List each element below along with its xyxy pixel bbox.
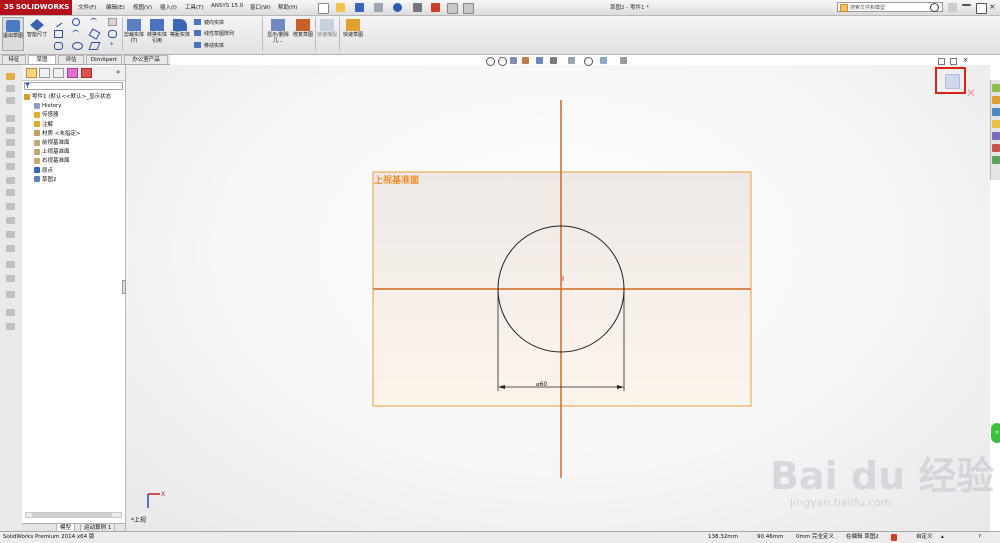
status-bar: SolidWorks Premium 2014 x64 版 138.32mm 9… bbox=[0, 531, 1000, 543]
plane-label[interactable]: 上视基准面 bbox=[374, 174, 419, 186]
cursor-z: 0mm bbox=[796, 534, 811, 540]
solidworks-resources-icon[interactable] bbox=[992, 84, 1000, 92]
editing-status: 在编辑 草图2 bbox=[846, 534, 879, 540]
file-explorer-icon[interactable] bbox=[992, 108, 1000, 116]
cursor-y: 90.46mm bbox=[757, 534, 784, 540]
product-name: SolidWorks Premium 2014 x64 版 bbox=[3, 534, 95, 540]
dimension-text[interactable]: ⌀60 bbox=[536, 381, 547, 388]
side-expand-button[interactable]: » bbox=[991, 423, 1000, 443]
task-pane bbox=[990, 80, 1000, 180]
view-orientation-label: *上视 bbox=[131, 516, 146, 524]
unit-dropdown-icon[interactable]: ▴ bbox=[941, 532, 944, 543]
rebuild-status-icon[interactable] bbox=[891, 534, 897, 541]
appearances-icon[interactable] bbox=[992, 144, 1000, 152]
watermark-url: jingyan.baidu.com bbox=[790, 496, 892, 509]
design-library-icon[interactable] bbox=[992, 96, 1000, 104]
cursor-x: 138.32mm bbox=[708, 534, 738, 540]
sketch-define-state: 完全定义 bbox=[812, 534, 835, 540]
folder-icon[interactable] bbox=[992, 120, 1000, 128]
watermark-text: Bai du 经验 bbox=[770, 454, 995, 498]
status-help-icon[interactable]: ? bbox=[978, 532, 981, 543]
unit-system-selector[interactable]: 自定义 bbox=[916, 532, 933, 543]
custom-properties-icon[interactable] bbox=[992, 156, 1000, 164]
view-palette-icon[interactable] bbox=[992, 132, 1000, 140]
triad-x-label: X bbox=[161, 491, 165, 498]
